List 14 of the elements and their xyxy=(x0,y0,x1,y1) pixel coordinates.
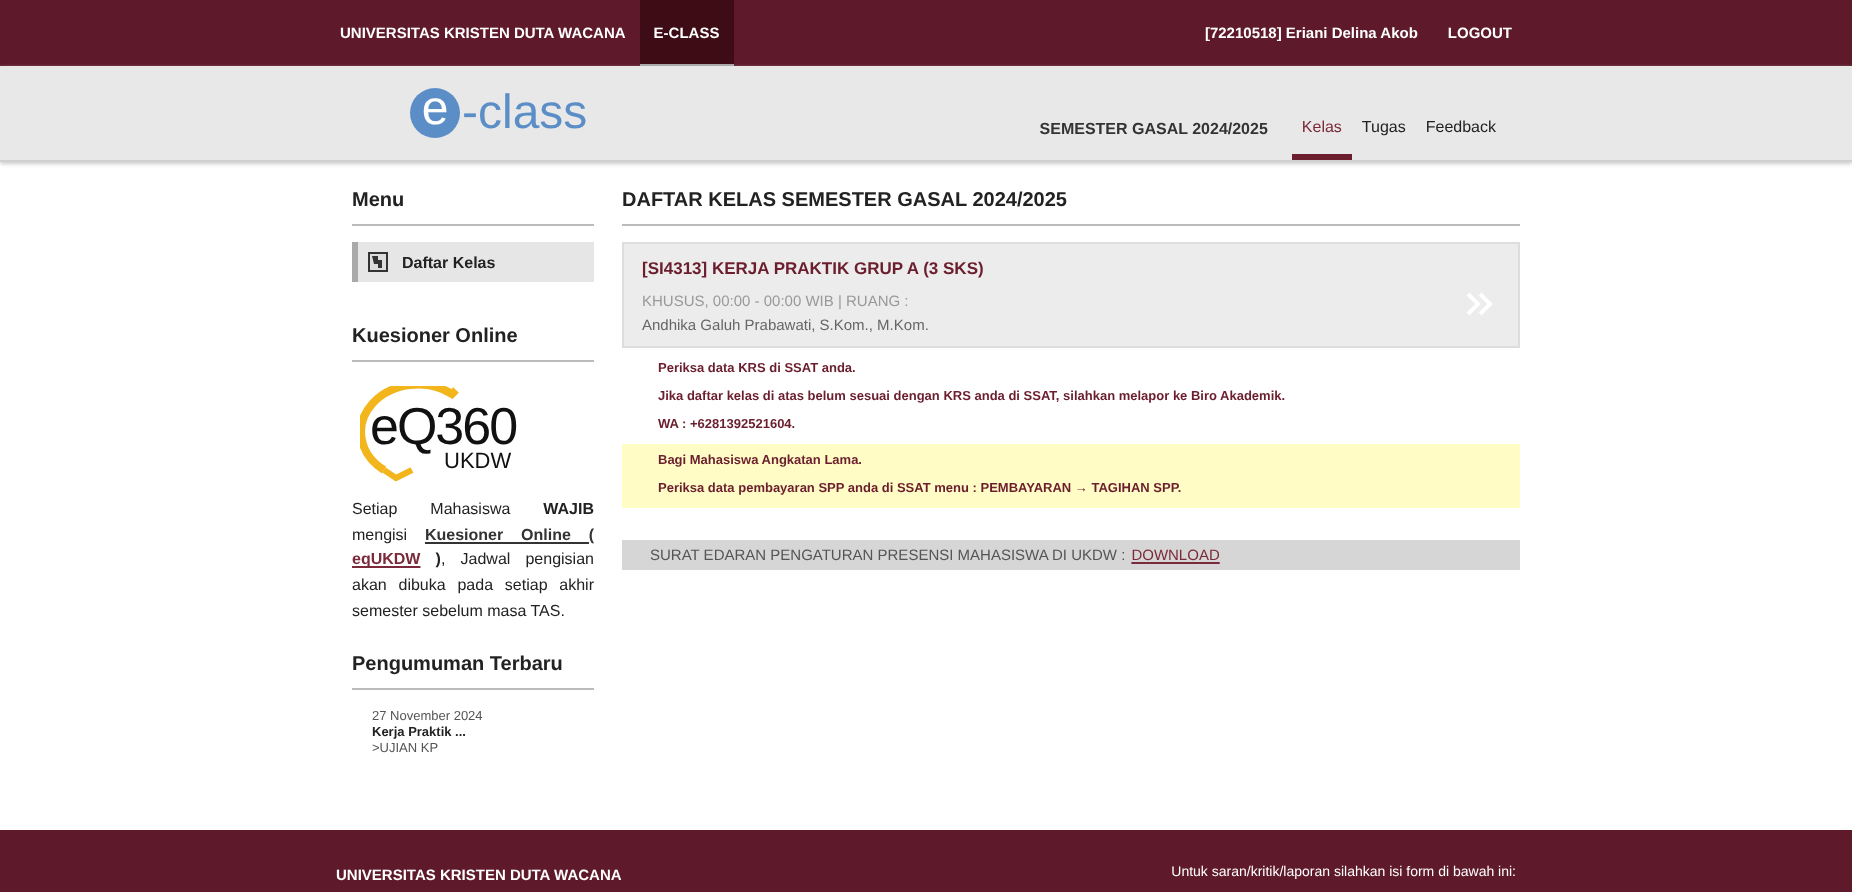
menu-heading: Menu xyxy=(352,190,594,226)
menu-icon xyxy=(368,252,388,272)
nav-tab[interactable]: Tugas xyxy=(1351,66,1416,160)
nav-tab[interactable]: Kelas xyxy=(1291,66,1352,160)
kuesioner-text: Setiap Mahasiswa WAJIB mengisi Kuesioner Online ( eqUKDW ), Jadwal pengisian akan dibuka pada setiap akhir semester sebelum masa TAS. xyxy=(352,498,594,624)
nav-tab[interactable]: Feedback xyxy=(1415,66,1506,160)
kuesioner-link[interactable]: Kuesioner Online ( xyxy=(424,525,594,544)
page-title: DAFTAR KELAS SEMESTER GASAL 2024/2025 xyxy=(622,190,1520,226)
eq360-logo[interactable]: eQ360 UKDW xyxy=(360,386,532,482)
section-heading: Pengumuman Terbaru xyxy=(352,653,594,690)
menu-item[interactable]: Daftar Kelas xyxy=(352,242,594,282)
equkdw-link[interactable]: eqUKDW xyxy=(352,550,421,569)
section-heading: Kuesioner Online xyxy=(352,326,594,362)
semester-label: SEMESTER GASAL 2024/2025 xyxy=(1039,120,1268,138)
